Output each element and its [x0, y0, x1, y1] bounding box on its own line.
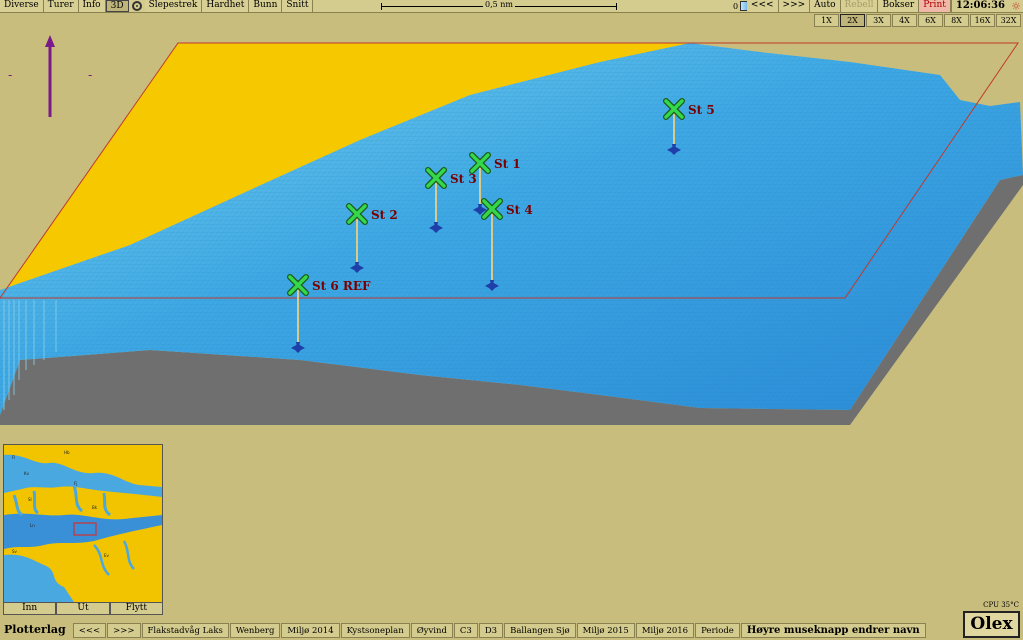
menu-snitt[interactable]: Snitt	[282, 0, 314, 12]
station-label: St 6 REF	[312, 279, 371, 293]
station-label: St 5	[688, 103, 715, 117]
station-label: St 4	[506, 203, 533, 217]
svg-text:Kv: Kv	[24, 471, 30, 476]
north-arrow-icon: - -	[8, 35, 92, 117]
svg-text:Sl: Sl	[28, 497, 32, 502]
zoom-3x[interactable]: 3X	[866, 14, 891, 27]
zoom-16x[interactable]: 16X	[970, 14, 995, 27]
top-toolbar: Diverse Turer Info 3D Slepestrek Hardhet…	[0, 0, 1023, 13]
menu-slepestrek[interactable]: Slepestrek	[144, 0, 203, 12]
svg-text:Bk: Bk	[92, 505, 98, 510]
brand-logo: Olex	[963, 611, 1020, 638]
menu-3d[interactable]: 3D	[105, 0, 129, 12]
menu-bunn[interactable]: Bunn	[249, 0, 283, 12]
print-button[interactable]: Print	[919, 0, 951, 12]
station-label: St 3	[450, 172, 477, 186]
layer-prev-button[interactable]: <<<	[72, 622, 107, 638]
overview-map-controls: Inn Ut Flytt	[3, 602, 163, 615]
rename-hint: Høyre museknapp endrer navn	[740, 622, 926, 638]
menu-hardhet[interactable]: Hardhet	[202, 0, 250, 12]
svg-text:Hb: Hb	[64, 450, 70, 455]
svg-text:Fl: Fl	[12, 455, 15, 460]
nav-forward-button[interactable]: >>>	[778, 0, 811, 12]
plotter-layer-title: Plotterlag	[4, 622, 66, 636]
zoom-selector: 1X 2X 3X 4X 6X 8X 16X 32X	[813, 14, 1021, 27]
layer-tab[interactable]: Miljø 2014	[281, 622, 340, 638]
zoom-32x[interactable]: 32X	[996, 14, 1021, 27]
map-zoom-out-button[interactable]: Ut	[56, 602, 110, 615]
overview-map-image: Fl Hb Kv Fj Sl Ln Bk Sv Ev	[4, 445, 162, 602]
station-label: St 1	[494, 157, 521, 171]
menu-turer[interactable]: Turer	[43, 0, 79, 12]
clock: 12:06:36	[950, 0, 1009, 13]
nav-back-button[interactable]: <<<	[746, 0, 779, 12]
layer-tab[interactable]: Kystsoneplan	[340, 622, 410, 638]
scale-label: 0,5 nm	[482, 0, 515, 9]
rebell-button[interactable]: Rebell	[840, 0, 879, 12]
zoom-2x[interactable]: 2X	[840, 14, 865, 27]
layer-tab[interactable]: Øyvind	[410, 622, 453, 638]
layer-tab[interactable]: Miljø 2015	[576, 622, 635, 638]
station-label: St 2	[371, 208, 398, 222]
layer-tab[interactable]: Miljø 2016	[635, 622, 695, 638]
scale-bar: 0,5 nm	[381, 0, 617, 12]
north-left-tick: -	[8, 68, 12, 82]
svg-text:Fj: Fj	[74, 481, 77, 486]
menu-info[interactable]: Info	[78, 0, 106, 12]
menu-diverse[interactable]: Diverse	[0, 0, 44, 12]
layer-tab[interactable]: D3	[478, 622, 504, 638]
layer-tab[interactable]: Wenberg	[229, 622, 281, 638]
layer-tab[interactable]: Flakstadvåg Laks	[141, 622, 229, 638]
layer-tab[interactable]: C3	[453, 622, 478, 638]
map-move-button[interactable]: Flytt	[109, 602, 163, 615]
record-icon[interactable]	[131, 1, 142, 11]
svg-text:Sv: Sv	[12, 549, 18, 554]
map-zoom-in-button[interactable]: Inn	[3, 602, 57, 615]
layer-next-button[interactable]: >>>	[107, 622, 141, 638]
bokser-button[interactable]: Bokser	[878, 0, 920, 12]
layer-tab[interactable]: Periode	[695, 622, 740, 638]
zoom-8x[interactable]: 8X	[944, 14, 969, 27]
zoom-6x[interactable]: 6X	[918, 14, 943, 27]
overview-map[interactable]: Fl Hb Kv Fj Sl Ln Bk Sv Ev	[3, 444, 163, 615]
cpu-temperature: CPU 35°C	[983, 601, 1019, 609]
north-right-tick: -	[88, 68, 92, 82]
plotter-layer-bar: Plotterlag <<< >>> Flakstadvåg Laks Wenb…	[0, 622, 927, 638]
zoom-1x[interactable]: 1X	[814, 14, 839, 27]
auto-button[interactable]: Auto	[810, 0, 841, 12]
layer-tab[interactable]: Ballangen Sjø	[504, 622, 576, 638]
zoom-4x[interactable]: 4X	[892, 14, 917, 27]
sun-icon[interactable]: ☼	[1009, 0, 1023, 13]
svg-text:Ln: Ln	[30, 523, 35, 528]
depth-min: 0	[733, 1, 739, 11]
svg-text:Ev: Ev	[104, 553, 110, 558]
